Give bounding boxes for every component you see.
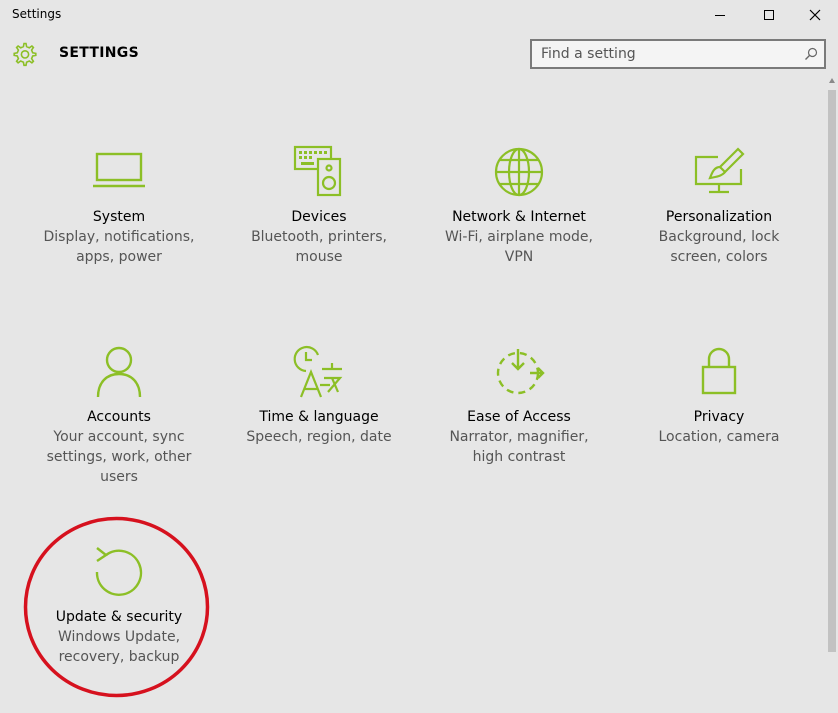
globe-icon [494,147,544,197]
category-description: Background, lock screen, colors [658,229,780,265]
minimize-icon [715,15,725,16]
search-icon[interactable] [804,47,818,61]
close-button[interactable] [792,0,838,30]
category-label: System [92,209,146,225]
keyboard-speaker-icon [293,145,342,197]
category-description: Bluetooth, printers, mouse [251,229,387,265]
category-personalization[interactable]: Personalization Background, lock screen,… [619,145,819,267]
category-description: Windows Update, recovery, backup [57,629,181,665]
maximize-icon [764,10,774,20]
close-icon [809,9,821,21]
settings-window: Settings SETTINGS Find a setting System … [0,0,838,713]
category-update-security[interactable]: Update & security Windows Update, recove… [19,545,219,667]
category-time-language[interactable]: Time & language Speech, region, date [219,345,419,447]
title-bar[interactable]: Settings [0,0,838,30]
category-label: Update & security [55,609,183,625]
category-label: Personalization [665,209,773,225]
category-description: Location, camera [658,429,780,445]
category-label: Network & Internet [452,209,586,225]
category-network[interactable]: Network & Internet Wi-Fi, airplane mode,… [419,145,619,267]
window-title: Settings [12,7,62,21]
ease-of-access-icon [496,349,545,395]
category-description: Your account, sync settings, work, other… [46,429,192,485]
gear-icon [13,42,37,67]
page-title: SETTINGS [59,45,139,61]
category-privacy[interactable]: Privacy Location, camera [619,345,819,447]
category-label: Ease of Access [467,409,571,425]
category-description: Wi-Fi, airplane mode, VPN [445,229,593,265]
category-description: Display, notifications, apps, power [43,229,195,265]
category-description: Narrator, magnifier, high contrast [449,429,589,465]
category-ease-of-access[interactable]: Ease of Access Narrator, magnifier, high… [419,345,619,467]
category-label: Devices [291,209,347,225]
person-icon [96,346,142,398]
minimize-button[interactable] [697,0,743,30]
search-input[interactable] [532,41,803,67]
header: SETTINGS [0,34,838,76]
clock-language-icon [293,345,343,398]
category-label: Time & language [259,409,379,425]
category-devices[interactable]: Devices Bluetooth, printers, mouse [219,145,419,267]
search-box[interactable] [530,39,826,69]
lock-icon [701,347,737,395]
scroll-up-icon[interactable] [829,78,835,83]
category-system[interactable]: System Display, notifications, apps, pow… [19,145,219,267]
refresh-icon [95,547,143,596]
laptop-icon [93,152,145,188]
category-description: Speech, region, date [246,429,392,445]
maximize-button[interactable] [746,0,792,30]
category-accounts[interactable]: Accounts Your account, sync settings, wo… [19,345,219,487]
scroll-thumb[interactable] [828,90,836,652]
paintbrush-screen-icon [694,147,745,194]
category-label: Privacy [693,409,745,425]
scrollbar[interactable] [826,76,838,713]
category-label: Accounts [87,409,151,425]
